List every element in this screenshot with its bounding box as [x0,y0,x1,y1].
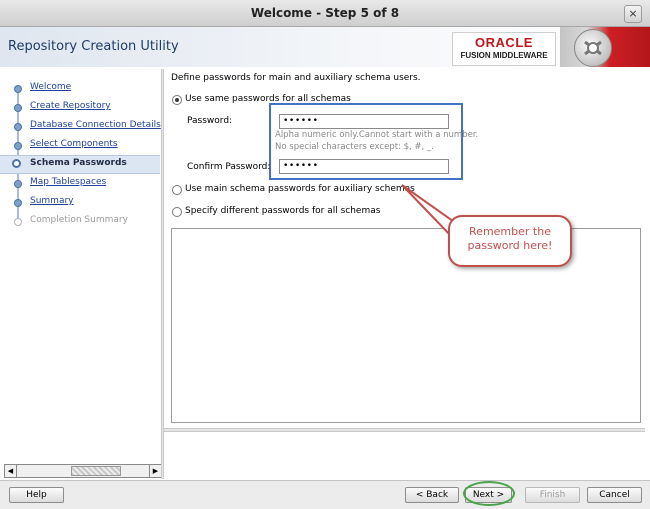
callout-line-2: password here! [467,239,553,252]
callout-line-1: Remember the [469,225,551,238]
scroll-left-icon[interactable]: ◀ [5,465,17,477]
oracle-logo: ORACLE FUSION MIDDLEWARE [452,32,556,66]
scrollbar-thumb[interactable] [71,466,121,476]
confirm-password-label: Confirm Password: [187,162,271,172]
nav-step-label[interactable]: Summary [30,196,74,206]
nav-step-select-components[interactable]: Select Components [0,137,160,154]
next-button-highlight [463,481,515,506]
nav-step-map-tablespaces[interactable]: Map Tablespaces [0,175,160,192]
step-dot-icon [14,85,22,93]
section-intro-text: Define passwords for main and auxiliary … [171,73,421,83]
window-title-bar: Welcome - Step 5 of 8 × [0,0,650,27]
help-button[interactable]: Help [9,487,64,503]
step-dot-icon [14,104,22,112]
nav-step-create-repository[interactable]: Create Repository [0,99,160,116]
password-rule-hint-2: No special characters except: $, #, _. [275,142,434,152]
step-dot-icon [14,180,22,188]
password-rule-hint-1: Alpha numeric only.Cannot start with a n… [275,130,479,140]
nav-step-completion-summary: Completion Summary [0,213,160,230]
nav-step-schema-passwords[interactable]: Schema Passwords [0,155,160,174]
nav-step-summary[interactable]: Summary [0,194,160,211]
oracle-logo-text: ORACLE [475,35,533,50]
utility-emblem-icon [574,29,612,67]
splitter-vertical[interactable] [161,69,164,479]
password-field[interactable]: •••••• [279,114,449,129]
step-dot-icon [14,218,22,226]
nav-step-database-connection[interactable]: Database Connection Details [0,118,161,135]
splitter-horizontal[interactable] [164,428,645,432]
window-title: Welcome - Step 5 of 8 [250,6,400,20]
nav-step-label[interactable]: Database Connection Details [30,120,161,130]
callout-bubble: Remember the password here! [448,215,572,267]
step-navigation: Welcome Create Repository Database Conne… [0,69,161,462]
nav-step-label[interactable]: Map Tablespaces [30,177,106,187]
current-step-icon [12,159,21,168]
nav-step-label[interactable]: Create Repository [30,101,111,111]
nav-step-label: Completion Summary [30,215,128,225]
step-dot-icon [14,142,22,150]
app-header: Repository Creation Utility ORACLE FUSIO… [0,27,650,67]
close-window-button[interactable]: × [624,5,642,23]
fusion-middleware-text: FUSION MIDDLEWARE [460,51,548,60]
nav-step-label[interactable]: Welcome [30,82,71,92]
back-button[interactable]: < Back [405,487,459,503]
different-passwords-radio[interactable] [172,207,182,217]
nav-horizontal-scrollbar[interactable]: ◀ ▶ [4,464,162,478]
app-title: Repository Creation Utility [8,39,179,54]
confirm-password-field[interactable]: •••••• [279,159,449,174]
nav-step-welcome[interactable]: Welcome [0,80,160,97]
main-schema-passwords-radio[interactable] [172,185,182,195]
nav-step-label[interactable]: Select Components [30,139,118,149]
cancel-button[interactable]: Cancel [587,487,642,503]
step-dot-icon [14,123,22,131]
same-passwords-radio[interactable] [172,95,182,105]
finish-button: Finish [525,487,580,503]
step-dot-icon [14,199,22,207]
main-schema-passwords-label[interactable]: Use main schema passwords for auxiliary … [185,184,415,194]
nav-step-label[interactable]: Schema Passwords [30,158,127,168]
scroll-right-icon[interactable]: ▶ [149,465,161,477]
password-label: Password: [187,116,233,126]
different-passwords-label[interactable]: Specify different passwords for all sche… [185,206,380,216]
